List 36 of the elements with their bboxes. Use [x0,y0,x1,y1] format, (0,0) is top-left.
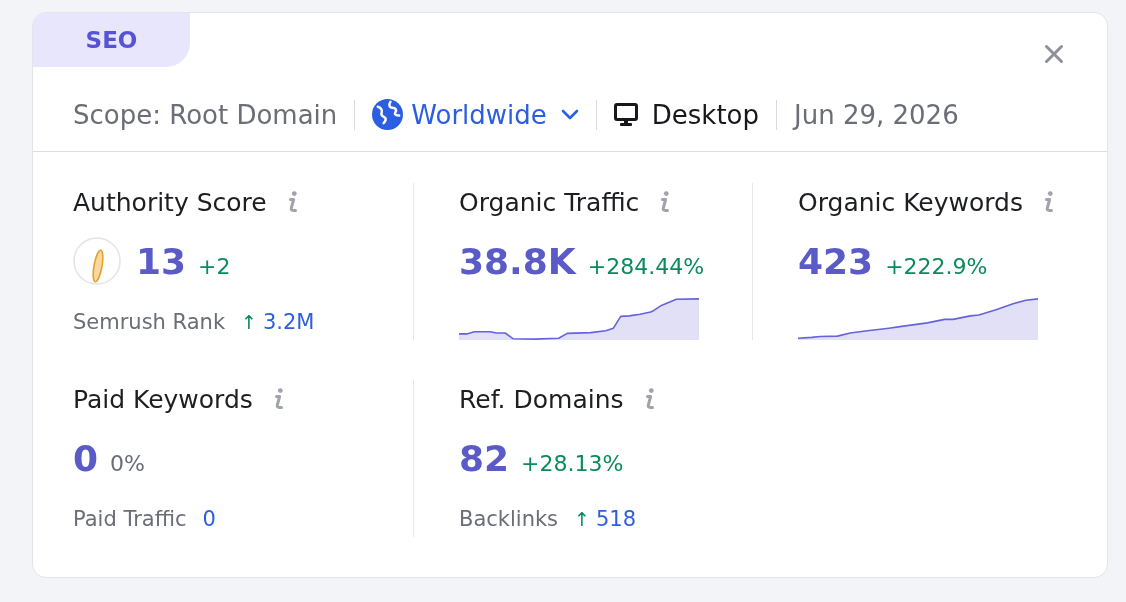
close-icon [1044,44,1064,64]
sub-metric-label: Semrush Rank [73,310,226,334]
location-dropdown[interactable]: Worldwide [372,99,579,130]
date-label: Jun 29, 2026 [794,99,959,130]
metric-title: Authority Score [73,187,267,217]
globe-icon [372,99,404,130]
chevron-down-icon [560,109,579,120]
metric-title: Ref. Domains [459,384,624,414]
arrow-up-icon: ↑ [574,508,590,530]
section-label: SEO [33,13,190,67]
metric-title: Organic Traffic [459,187,640,217]
device-label: Desktop [651,99,760,130]
sub-metric-link[interactable]: 0 [202,507,216,531]
metric-value: 13 [136,240,187,282]
change-value: +28.13% [521,450,624,476]
change-value: +2 [198,253,231,279]
sub-metric-label: Paid Traffic [73,507,187,531]
scope-label: Scope: Root Domain [73,99,338,130]
change-value: +284.44% [587,253,705,279]
info-icon[interactable] [658,191,671,213]
change-value: +222.9% [885,253,988,279]
metric-title: Organic Keywords [798,187,1023,217]
sub-metric-link[interactable]: 518 [596,507,637,531]
metric-value: 423 [798,240,874,282]
monitor-icon [613,102,638,127]
sub-metric-label: Backlinks [459,507,559,531]
metric-value: 38.8K [459,240,576,282]
arrow-up-icon: ↑ [241,311,257,333]
info-icon[interactable] [1042,191,1054,213]
metric-title: Paid Keywords [73,384,253,414]
close-button[interactable] [1044,44,1064,64]
score-gauge-icon [73,237,121,285]
metric-value: 0 [73,437,99,479]
metric-value: 82 [459,437,510,479]
change-value: 0% [110,450,145,476]
sub-metric-link[interactable]: 3.2M [262,310,315,334]
